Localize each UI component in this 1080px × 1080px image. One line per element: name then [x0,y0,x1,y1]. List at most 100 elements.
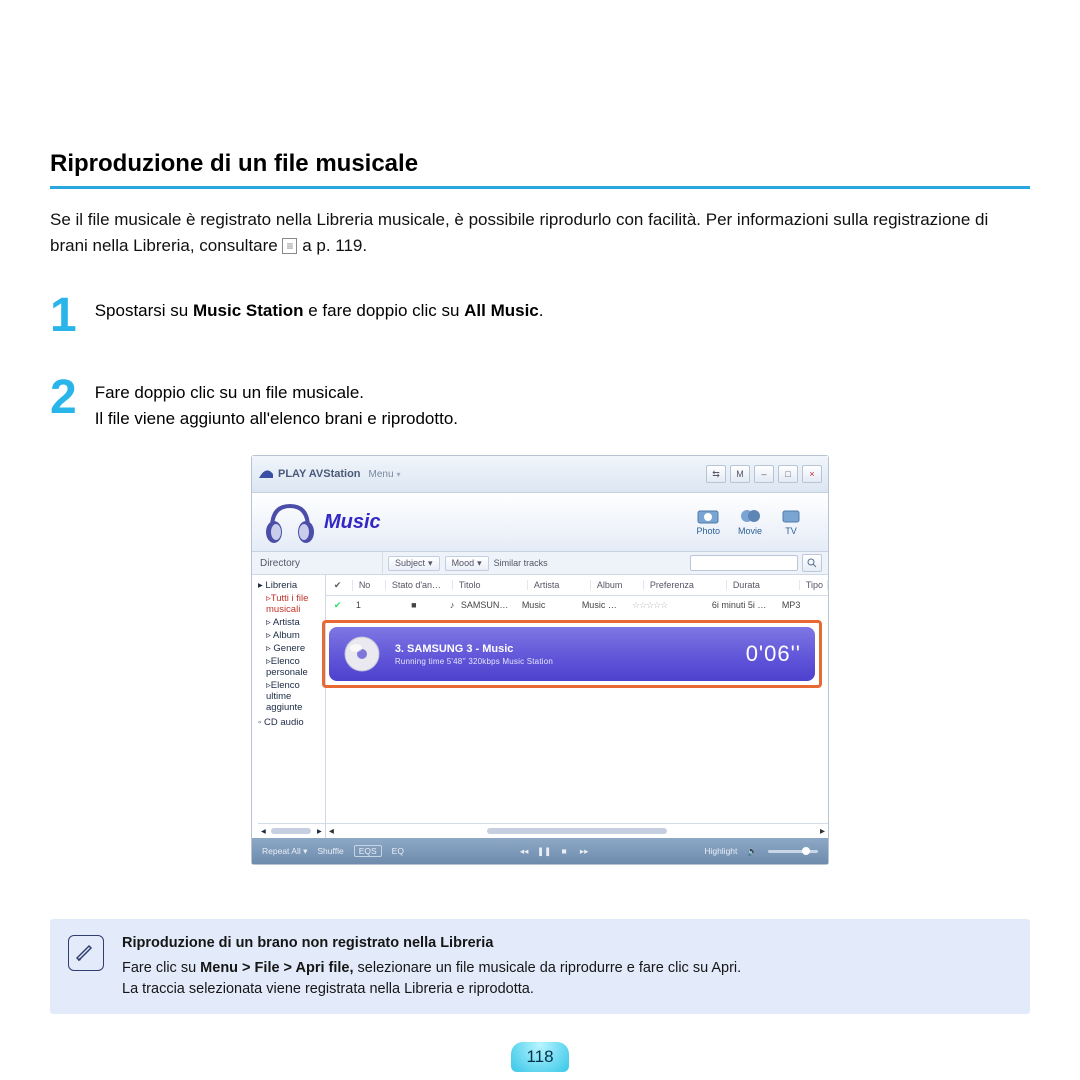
volume-slider[interactable] [768,850,818,853]
table-row[interactable]: ✔ 1 ■ ♪ SAMSUN… Music Music … ☆☆☆☆☆ 6i m… [326,596,828,614]
menu-button[interactable]: Menu [369,469,394,480]
sidebar-item-genre[interactable]: ▹ Genere [258,642,325,655]
cell: ■ [382,600,446,610]
eqs-button[interactable]: EQS [354,845,382,857]
disc-icon [343,635,381,673]
col-pref[interactable]: Preferenza [646,580,727,590]
eq-button[interactable]: EQ [392,846,404,856]
prev-button[interactable]: ◂◂ [519,846,529,857]
text: Spostarsi su [95,301,193,320]
page-number: 118 [511,1042,569,1072]
pause-button[interactable]: ❚❚ [539,846,549,857]
step-2-text: Fare doppio clic su un file musicale. Il… [95,374,458,431]
title-bar[interactable]: PLAY AVStation Menu▾ ⇆ M – □ × [252,456,828,493]
repeat-button[interactable]: Repeat All ▾ [262,846,307,857]
bold-text: All Music [464,301,539,320]
next-button[interactable]: ▸▸ [579,846,589,857]
col-title[interactable]: Titolo [455,580,528,590]
note-body: Riproduzione di un brano non registrato … [122,933,741,1000]
intro-paragraph: Se il file musicale è registrato nella L… [50,207,1030,258]
step-2-number: 2 [50,374,77,431]
window-controls: ⇆ M – □ × [706,465,822,483]
shuffle-button[interactable]: Shuffle [317,846,343,856]
app-header: Music Photo Movie TV [252,493,828,552]
col-check[interactable]: ✔ [330,580,353,591]
similar-tracks-label[interactable]: Similar tracks [494,558,548,568]
window-button[interactable]: ⇆ [706,465,726,483]
label: Mood [452,558,475,568]
sidebar-item-all-music[interactable]: ▹Tutti i file musicali [258,592,325,616]
sidebar-scrollbar[interactable]: ◂▸ [258,823,325,838]
filter-bar: Directory Subject▾ Mood▾ Similar tracks [252,552,828,575]
sidebar-item-artist[interactable]: ▹ Artista [258,616,325,629]
cell: MP3 [778,600,805,610]
column-headers: ✔ No Stato d'an… Titolo Artista Album Pr… [326,575,828,596]
cell: ✔ [330,600,352,611]
sidebar-item-cd-audio[interactable]: ◦ CD audio [258,716,325,729]
section-title: Music [324,511,381,534]
search-input[interactable] [690,555,798,571]
label: Subject [395,558,425,568]
maximize-button[interactable]: □ [778,465,798,483]
now-playing-bar[interactable]: 3. SAMSUNG 3 - Music Running time 5'48''… [329,627,815,681]
mood-filter[interactable]: Mood▾ [445,556,489,571]
text: Il file viene aggiunto all'elenco brani … [95,409,458,428]
sidebar-item-library[interactable]: ▸ Libreria [258,579,325,592]
step-1-number: 1 [50,292,77,340]
col-state[interactable]: Stato d'an… [388,580,453,590]
chevron-down-icon: ▾ [397,470,401,479]
label: Album [273,630,300,641]
sidebar: ▸ Libreria ▹Tutti i file musicali ▹ Arti… [252,575,326,838]
note-line-1: Fare clic su Menu > File > Apri file, se… [122,958,741,979]
intro-text-a: Se il file musicale è registrato nella L… [50,210,988,255]
window-button[interactable]: M [730,465,750,483]
search-button[interactable] [802,554,822,572]
sidebar-item-album[interactable]: ▹ Album [258,629,325,642]
volume-icon[interactable]: 🔈 [747,846,758,857]
label: Photo [696,526,720,536]
directory-header: Directory [252,552,383,574]
col-no[interactable]: No [355,580,386,590]
label: Movie [738,526,762,536]
heading-rule [50,186,1030,189]
search-group [690,554,822,572]
col-type[interactable]: Tipo [802,580,828,590]
main-scrollbar[interactable]: ◂▸ [326,823,828,838]
chevron-down-icon: ▾ [428,558,433,569]
app-window: PLAY AVStation Menu▾ ⇆ M – □ × Music Pho… [251,455,829,865]
headphones-icon [262,498,318,546]
manual-page: Riproduzione di un file musicale Se il f… [0,0,1080,1080]
tv-mode-button[interactable]: TV [780,508,802,536]
close-button[interactable]: × [802,465,822,483]
bottom-bar: Repeat All ▾ Shuffle EQS EQ ◂◂ ❚❚ ■ ▸▸ H… [252,838,828,864]
label: Elenco ultime aggiunte [266,680,302,713]
highlight-button[interactable]: Highlight [704,846,737,856]
minimize-button[interactable]: – [754,465,774,483]
app-body: ▸ Libreria ▹Tutti i file musicali ▹ Arti… [252,575,828,838]
now-playing-info: 3. SAMSUNG 3 - Music Running time 5'48''… [395,643,553,666]
label: Artista [273,617,300,628]
movie-mode-button[interactable]: Movie [738,508,762,536]
mode-buttons: Photo Movie TV [696,508,802,536]
text: . [539,301,544,320]
cell: Music … [578,600,628,610]
intro-text-b: a p. 119. [297,236,367,255]
page-ref-icon: ≡ [282,238,297,254]
col-album[interactable]: Album [593,580,644,590]
sidebar-item-recent[interactable]: ▹Elenco ultime aggiunte [258,679,325,714]
step-1-text: Spostarsi su Music Station e fare doppio… [95,292,544,340]
app-logo-icon [258,467,274,481]
stop-button[interactable]: ■ [559,846,569,856]
step-2: 2 Fare doppio clic su un file musicale. … [50,374,1030,431]
label: Elenco personale [266,656,308,678]
sidebar-item-personal-list[interactable]: ▹Elenco personale [258,655,325,679]
col-artist[interactable]: Artista [530,580,591,590]
main-panel: ✔ No Stato d'an… Titolo Artista Album Pr… [326,575,828,838]
col-duration[interactable]: Durata [729,580,800,590]
app-name: PLAY AVStation [278,468,361,480]
photo-mode-button[interactable]: Photo [696,508,720,536]
label: Libreria [265,580,297,591]
now-playing-highlight: 3. SAMSUNG 3 - Music Running time 5'48''… [326,620,822,688]
text: Fare doppio clic su un file musicale. [95,383,364,402]
subject-filter[interactable]: Subject▾ [388,556,440,571]
